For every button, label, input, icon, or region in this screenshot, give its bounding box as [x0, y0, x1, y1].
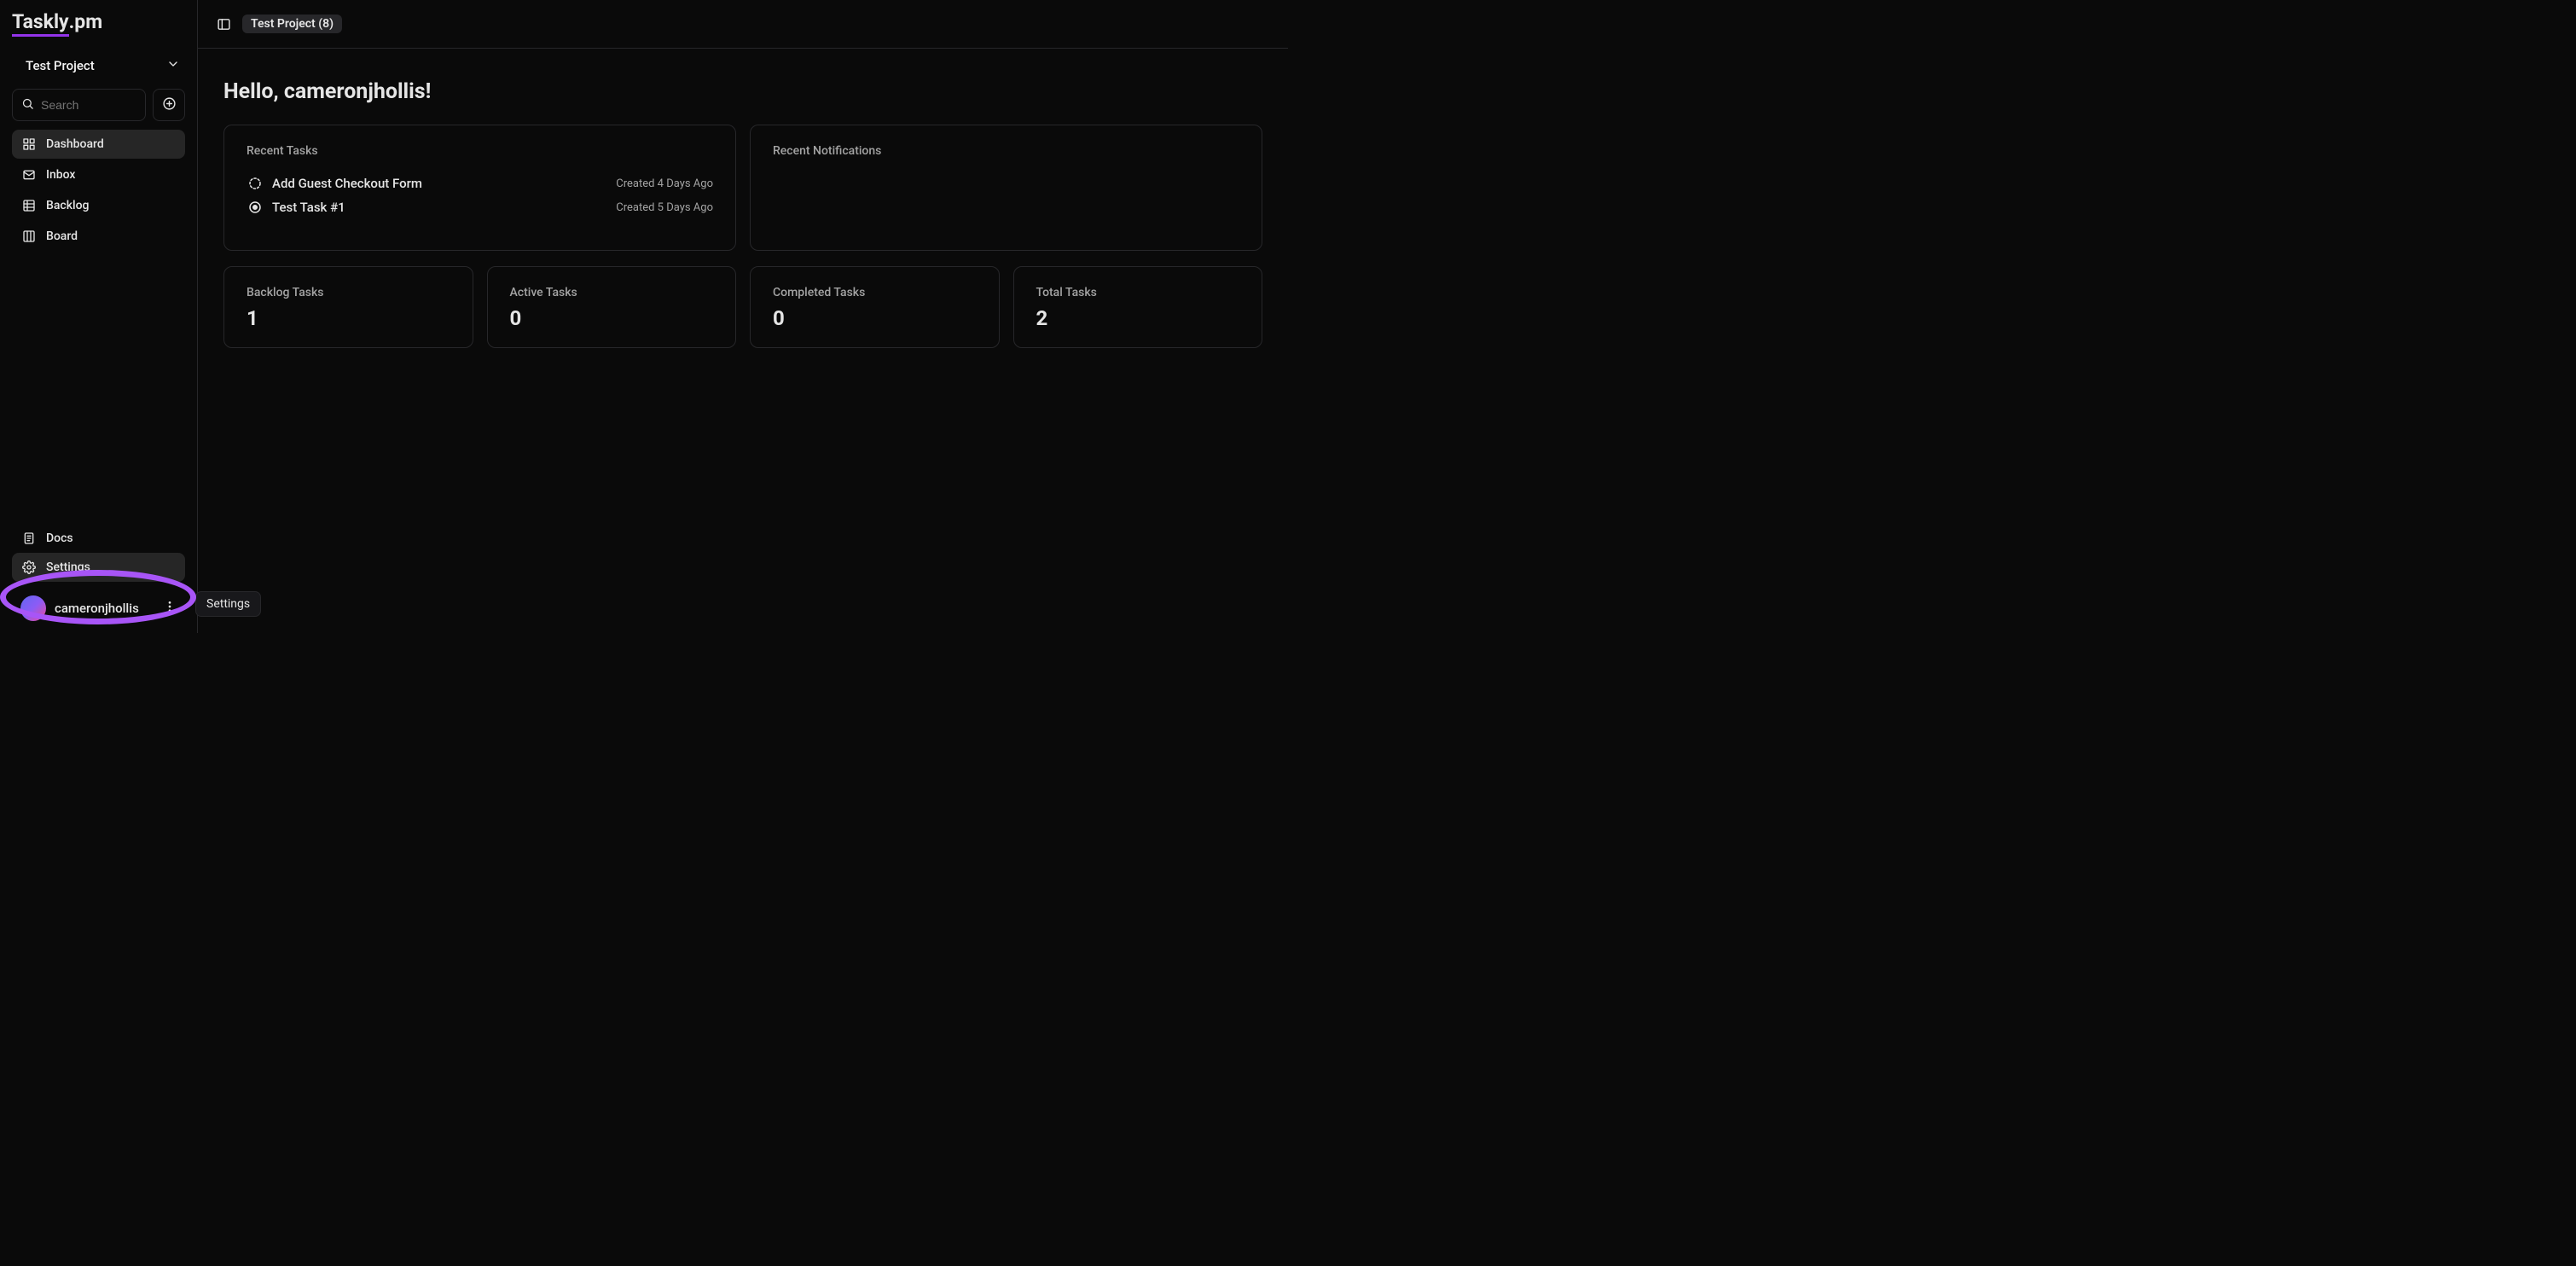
- board-icon: [22, 229, 36, 243]
- status-draft-icon: [247, 175, 264, 192]
- user-row[interactable]: cameronjhollis: [12, 589, 185, 628]
- content: Hello, cameronjhollis! Recent Tasks Add …: [198, 49, 1288, 633]
- task-meta: Created 5 Days Ago: [616, 201, 713, 214]
- nav-inbox[interactable]: Inbox: [12, 160, 185, 189]
- card-title: Recent Tasks: [247, 144, 713, 158]
- main: Test Project (8) Hello, cameronjhollis! …: [198, 0, 1288, 633]
- stat-backlog: Backlog Tasks 1: [223, 266, 473, 348]
- task-meta: Created 4 Days Ago: [616, 177, 713, 190]
- stat-completed: Completed Tasks 0: [750, 266, 1000, 348]
- logo-left: Taskly: [12, 10, 69, 37]
- breadcrumb-label: Test Project (8): [251, 17, 334, 31]
- panel-left-icon: [217, 17, 231, 32]
- nav-backlog[interactable]: Backlog: [12, 191, 185, 220]
- search-input-container[interactable]: [12, 89, 146, 121]
- search-input[interactable]: [41, 98, 136, 112]
- topbar: Test Project (8): [198, 0, 1288, 49]
- nav-label: Inbox: [46, 168, 75, 182]
- stat-label: Backlog Tasks: [247, 286, 450, 299]
- nav-list: Dashboard Inbox Backlog Board: [7, 130, 190, 251]
- settings-icon: [22, 560, 36, 574]
- docs-icon: [22, 531, 36, 545]
- page-title: Hello, cameronjhollis!: [223, 79, 1262, 104]
- task-title: Test Task #1: [272, 200, 607, 215]
- nav-label: Docs: [46, 531, 73, 545]
- project-selector[interactable]: Test Project: [7, 54, 190, 78]
- tooltip-text: Settings: [206, 597, 250, 611]
- nav-label: Dashboard: [46, 137, 104, 151]
- stat-label: Active Tasks: [510, 286, 714, 299]
- logo[interactable]: Taskly.pm: [7, 9, 190, 38]
- backlog-icon: [22, 199, 36, 212]
- bottom-nav: Docs Settings cameronjhollis: [7, 524, 190, 633]
- project-name: Test Project: [26, 58, 95, 73]
- nav-label: Settings: [46, 560, 90, 574]
- collapse-sidebar-button[interactable]: [213, 14, 234, 34]
- breadcrumb[interactable]: Test Project (8): [242, 15, 342, 33]
- stat-total: Total Tasks 2: [1013, 266, 1263, 348]
- recent-notifications-card: Recent Notifications: [750, 125, 1262, 251]
- add-button[interactable]: [153, 89, 185, 121]
- inbox-icon: [22, 168, 36, 182]
- dashboard-icon: [22, 137, 36, 151]
- tooltip: Settings: [195, 591, 261, 617]
- task-row[interactable]: Test Task #1 Created 5 Days Ago: [247, 195, 713, 219]
- task-row[interactable]: Add Guest Checkout Form Created 4 Days A…: [247, 171, 713, 195]
- recent-tasks-card: Recent Tasks Add Guest Checkout Form Cre…: [223, 125, 736, 251]
- chevron-down-icon: [166, 57, 180, 74]
- nav-docs[interactable]: Docs: [12, 524, 185, 553]
- stat-active: Active Tasks 0: [487, 266, 737, 348]
- status-active-icon: [247, 199, 264, 216]
- nav-board[interactable]: Board: [12, 222, 185, 251]
- sidebar: Taskly.pm Test Project Dashboard Inbox: [0, 0, 198, 633]
- nav-label: Board: [46, 229, 78, 243]
- nav-settings[interactable]: Settings: [12, 553, 185, 582]
- stat-label: Completed Tasks: [773, 286, 977, 299]
- more-vertical-icon[interactable]: [163, 600, 177, 617]
- search-icon: [21, 97, 34, 113]
- plus-circle-icon: [162, 96, 177, 114]
- stat-value: 1: [247, 306, 450, 330]
- stat-value: 2: [1036, 306, 1240, 330]
- stat-value: 0: [773, 306, 977, 330]
- stat-value: 0: [510, 306, 714, 330]
- card-title: Recent Notifications: [773, 144, 1239, 158]
- nav-label: Backlog: [46, 199, 89, 212]
- task-title: Add Guest Checkout Form: [272, 176, 607, 191]
- logo-right: .pm: [69, 10, 103, 33]
- stat-label: Total Tasks: [1036, 286, 1240, 299]
- user-name: cameronjhollis: [55, 601, 154, 616]
- nav-dashboard[interactable]: Dashboard: [12, 130, 185, 159]
- avatar: [20, 595, 46, 621]
